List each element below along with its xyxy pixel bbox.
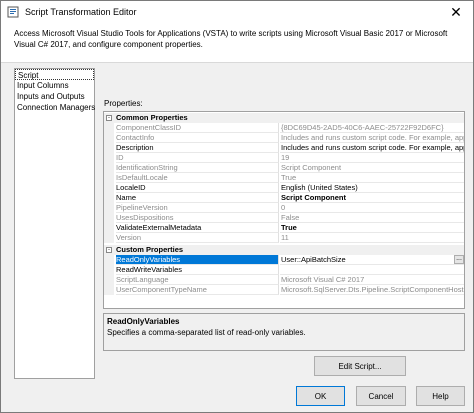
nav-item-script[interactable]: Script — [15, 69, 94, 80]
header-banner: Access Microsoft Visual Studio Tools for… — [1, 23, 473, 63]
ellipsis-button[interactable]: ... — [454, 255, 464, 264]
property-name: ValidateExternalMetadata — [116, 223, 279, 233]
property-value[interactable] — [280, 265, 464, 275]
property-name: PipelineVersion — [116, 203, 279, 213]
row-gutter — [104, 255, 114, 265]
description-text: Specifies a comma-separated list of read… — [107, 328, 306, 337]
row-gutter — [104, 123, 114, 133]
property-name: Description — [116, 143, 279, 153]
property-name: Name — [116, 193, 279, 203]
category-label: Common Properties — [116, 113, 188, 122]
row-gutter — [104, 233, 114, 243]
property-name: UserComponentTypeName — [116, 285, 279, 295]
window-title: Script Transformation Editor — [25, 7, 137, 17]
row-gutter — [104, 213, 114, 223]
property-row-selected[interactable]: ReadOnlyVariables User::ApiBatchSize ... — [104, 255, 464, 265]
row-gutter — [104, 275, 114, 285]
property-name: LocaleID — [116, 183, 279, 193]
property-row[interactable]: ScriptLanguage Microsoft Visual C# 2017 — [104, 275, 464, 285]
property-row[interactable]: IdentificationString Script Component — [104, 163, 464, 173]
row-gutter — [104, 163, 114, 173]
property-row[interactable]: UsesDispositions False — [104, 213, 464, 223]
property-name: ID — [116, 153, 279, 163]
description-title: ReadOnlyVariables — [107, 317, 180, 326]
title-bar[interactable]: Script Transformation Editor ✕ — [1, 1, 473, 23]
row-gutter — [104, 143, 114, 153]
property-name: UsesDispositions — [116, 213, 279, 223]
property-name: ReadOnlyVariables — [116, 255, 279, 265]
row-gutter — [104, 183, 114, 193]
property-value: Microsoft.SqlServer.Dts.Pipeline.ScriptC… — [280, 285, 465, 295]
property-row[interactable]: LocaleID English (United States) — [104, 183, 464, 193]
property-value[interactable]: Script Component — [280, 193, 464, 203]
property-name: ReadWriteVariables — [116, 265, 279, 275]
category-label: Custom Properties — [116, 245, 184, 254]
row-gutter — [104, 223, 114, 233]
edit-script-button[interactable]: Edit Script... — [314, 356, 406, 376]
nav-item-inputs-and-outputs[interactable]: Inputs and Outputs — [15, 91, 94, 102]
property-row[interactable]: PipelineVersion 0 — [104, 203, 464, 213]
close-icon[interactable]: ✕ — [439, 1, 473, 23]
collapse-icon[interactable]: - — [106, 247, 112, 253]
property-row[interactable]: ReadWriteVariables — [104, 265, 464, 275]
property-description-panel: ReadOnlyVariables Specifies a comma-sepa… — [103, 313, 465, 351]
row-gutter — [104, 265, 114, 275]
cancel-button[interactable]: Cancel — [356, 386, 406, 406]
property-name: IdentificationString — [116, 163, 279, 173]
row-gutter — [104, 285, 114, 295]
header-description: Access Microsoft Visual Studio Tools for… — [14, 29, 448, 49]
row-gutter — [104, 133, 114, 143]
property-value[interactable]: English (United States) — [280, 183, 464, 193]
property-value: 11 — [280, 233, 464, 243]
collapse-icon[interactable]: - — [106, 115, 112, 121]
property-value: 19 — [280, 153, 464, 163]
row-gutter — [104, 153, 114, 163]
property-value[interactable]: True — [280, 223, 464, 233]
property-value: {8DC69D45-2AD5-40C6-AAEC-25722F92D6FC} — [280, 123, 464, 133]
ok-button[interactable]: OK — [296, 386, 345, 406]
property-row[interactable]: ComponentClassID {8DC69D45-2AD5-40C6-AAE… — [104, 123, 464, 133]
script-transformation-editor-window: Script Transformation Editor ✕ Access Mi… — [0, 0, 474, 413]
property-name: ContactInfo — [116, 133, 279, 143]
property-value[interactable]: Includes and runs custom script code. Fo… — [280, 143, 464, 153]
property-row[interactable]: ContactInfo Includes and runs custom scr… — [104, 133, 465, 143]
page-navigation-list: Script Input Columns Inputs and Outputs … — [14, 68, 95, 379]
property-row[interactable]: ID 19 — [104, 153, 464, 163]
properties-label: Properties: — [104, 99, 143, 108]
property-row[interactable]: UserComponentTypeName Microsoft.SqlServe… — [104, 285, 465, 295]
property-value: Script Component — [280, 163, 464, 173]
property-value: 0 — [280, 203, 464, 213]
row-gutter — [104, 193, 114, 203]
property-name: IsDefaultLocale — [116, 173, 279, 183]
property-value: False — [280, 213, 464, 223]
row-gutter — [104, 203, 114, 213]
nav-item-input-columns[interactable]: Input Columns — [15, 80, 94, 91]
nav-item-connection-managers[interactable]: Connection Managers — [15, 102, 95, 113]
property-value: True — [280, 173, 464, 183]
help-button[interactable]: Help — [416, 386, 465, 406]
property-row[interactable]: ValidateExternalMetadata True — [104, 223, 464, 233]
property-value-input[interactable]: User::ApiBatchSize — [280, 255, 464, 265]
property-grid[interactable]: - Common Properties ComponentClassID {8D… — [103, 111, 465, 309]
category-common-properties[interactable]: - Common Properties — [104, 113, 464, 123]
property-row[interactable]: Name Script Component — [104, 193, 464, 203]
row-gutter — [104, 173, 114, 183]
property-row[interactable]: Description Includes and runs custom scr… — [104, 143, 464, 153]
property-value: Microsoft Visual C# 2017 — [280, 275, 464, 285]
app-icon — [7, 6, 19, 18]
property-name: Version — [116, 233, 279, 243]
category-custom-properties[interactable]: - Custom Properties — [104, 245, 464, 255]
property-row[interactable]: Version 11 — [104, 233, 464, 243]
property-name: ComponentClassID — [116, 123, 279, 133]
property-name: ScriptLanguage — [116, 275, 279, 285]
property-value: Includes and runs custom script code. Fo… — [280, 133, 465, 143]
property-row[interactable]: IsDefaultLocale True — [104, 173, 464, 183]
